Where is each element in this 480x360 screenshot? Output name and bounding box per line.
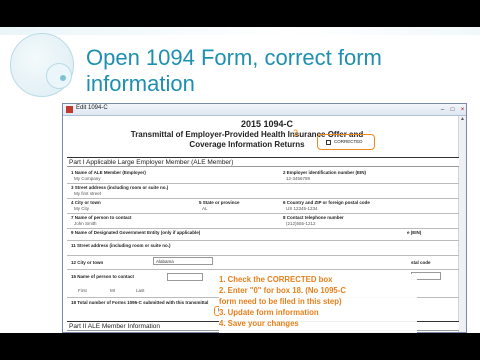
field-country-zip[interactable]: 6 Country and ZIP or foreign postal code…: [283, 200, 453, 212]
divider: [67, 198, 459, 199]
instruction-overlay: 1. Check the CORRECTED box 2. Enter "0" …: [219, 274, 417, 333]
field-value: (212)555-1212: [286, 221, 316, 226]
window-titlebar[interactable]: Edit 1094-C – □ ×: [63, 104, 466, 116]
letterbox-bottom: [0, 333, 480, 360]
corrected-checkbox[interactable]: [326, 140, 331, 145]
window-title: Edit 1094-C: [76, 105, 108, 111]
field-dge-name[interactable]: 9 Name of Designated Government Entity (…: [71, 230, 271, 236]
field-contact-phone[interactable]: 8 Contact telephone number (212)555-1212: [283, 215, 453, 227]
step-marker: 3: [293, 128, 299, 138]
close-button[interactable]: ×: [458, 106, 467, 114]
divider: [67, 213, 459, 214]
instruction-line: form need to be filed in this step): [219, 297, 342, 306]
field-ein[interactable]: 2 Employer identification number (EIN) 1…: [283, 170, 453, 182]
field-total-forms: 18 Total number of Forms 1095-C submitte…: [71, 300, 221, 306]
instruction-line: 2. Enter "0" for box 18. (No 1095-C: [219, 286, 346, 295]
decorative-circle-small: [46, 63, 72, 89]
field-mi-label: MI: [107, 288, 127, 294]
letterbox-top: [0, 0, 480, 27]
field-value: Last: [136, 288, 145, 293]
slide-title: Open 1094 Form, correct form information: [86, 45, 382, 96]
part1-header: Part I Applicable Large Employer Member …: [67, 157, 459, 167]
field-value: 12-3456789: [286, 176, 311, 181]
field-label: stal code: [411, 260, 431, 265]
field-value: John Smith: [74, 221, 97, 226]
form-name: 2015 1094-C: [240, 119, 294, 129]
divider: [67, 228, 459, 229]
field-value: My Company: [74, 176, 101, 181]
field-value: First: [78, 288, 87, 293]
field-state[interactable]: 5 State or province AL: [199, 200, 279, 212]
minimize-button[interactable]: –: [438, 106, 447, 114]
field-label: 9 Name of Designated Government Entity (…: [71, 230, 201, 235]
instruction-line: 3. Update form information: [219, 308, 319, 317]
dge-state-input[interactable]: Alabama: [153, 257, 213, 265]
instruction-line: 4. Save your changes: [219, 319, 299, 328]
field-first-label: First: [75, 288, 99, 294]
instruction-line: 1. Check the CORRECTED box: [219, 275, 333, 284]
field-street[interactable]: 3 Street address (including room or suit…: [71, 185, 261, 197]
vertical-scrollbar[interactable]: ▲: [458, 116, 466, 332]
app-icon: [66, 106, 73, 113]
slide-accent-band: [0, 27, 480, 35]
scroll-up-arrow-icon[interactable]: ▲: [459, 116, 466, 123]
field-value: My City: [74, 206, 89, 211]
dge-contact-input[interactable]: [167, 273, 203, 281]
field-value: AL: [202, 206, 208, 211]
field-dge-postal: stal code: [411, 260, 455, 266]
field-contact-name[interactable]: 7 Name of person to contact John Smith: [71, 215, 261, 227]
field-city[interactable]: 4 City or town My City: [71, 200, 191, 212]
field-last-label: Last: [133, 288, 157, 294]
slide: Open 1094 Form, correct form information…: [0, 27, 480, 333]
field-label: e (EIN): [407, 230, 422, 235]
maximize-button[interactable]: □: [448, 106, 457, 114]
divider: [67, 255, 459, 256]
field-value: US 12345-1234: [286, 206, 318, 211]
field-label: 12 City or town: [71, 260, 104, 265]
field-label: 11 Street address (including room or sui…: [71, 243, 171, 248]
field-label: 18 Total number of Forms 1095-C submitte…: [71, 300, 209, 305]
field-value: My first street: [74, 191, 102, 196]
field-value: MI: [110, 288, 115, 293]
divider: [67, 183, 459, 184]
divider: [67, 240, 459, 241]
corrected-highlight: CORRECTED: [317, 134, 375, 150]
field-dge-city[interactable]: 12 City or town: [71, 260, 131, 266]
corrected-label: CORRECTED: [334, 139, 363, 144]
field-dge-ein[interactable]: e (EIN): [407, 230, 455, 236]
decorative-dot: [60, 75, 66, 81]
divider: [67, 269, 459, 270]
field-dge-street[interactable]: 11 Street address (including room or sui…: [71, 243, 271, 249]
field-ale-name[interactable]: 1 Name of ALE Member (Employer) My Compa…: [71, 170, 261, 182]
